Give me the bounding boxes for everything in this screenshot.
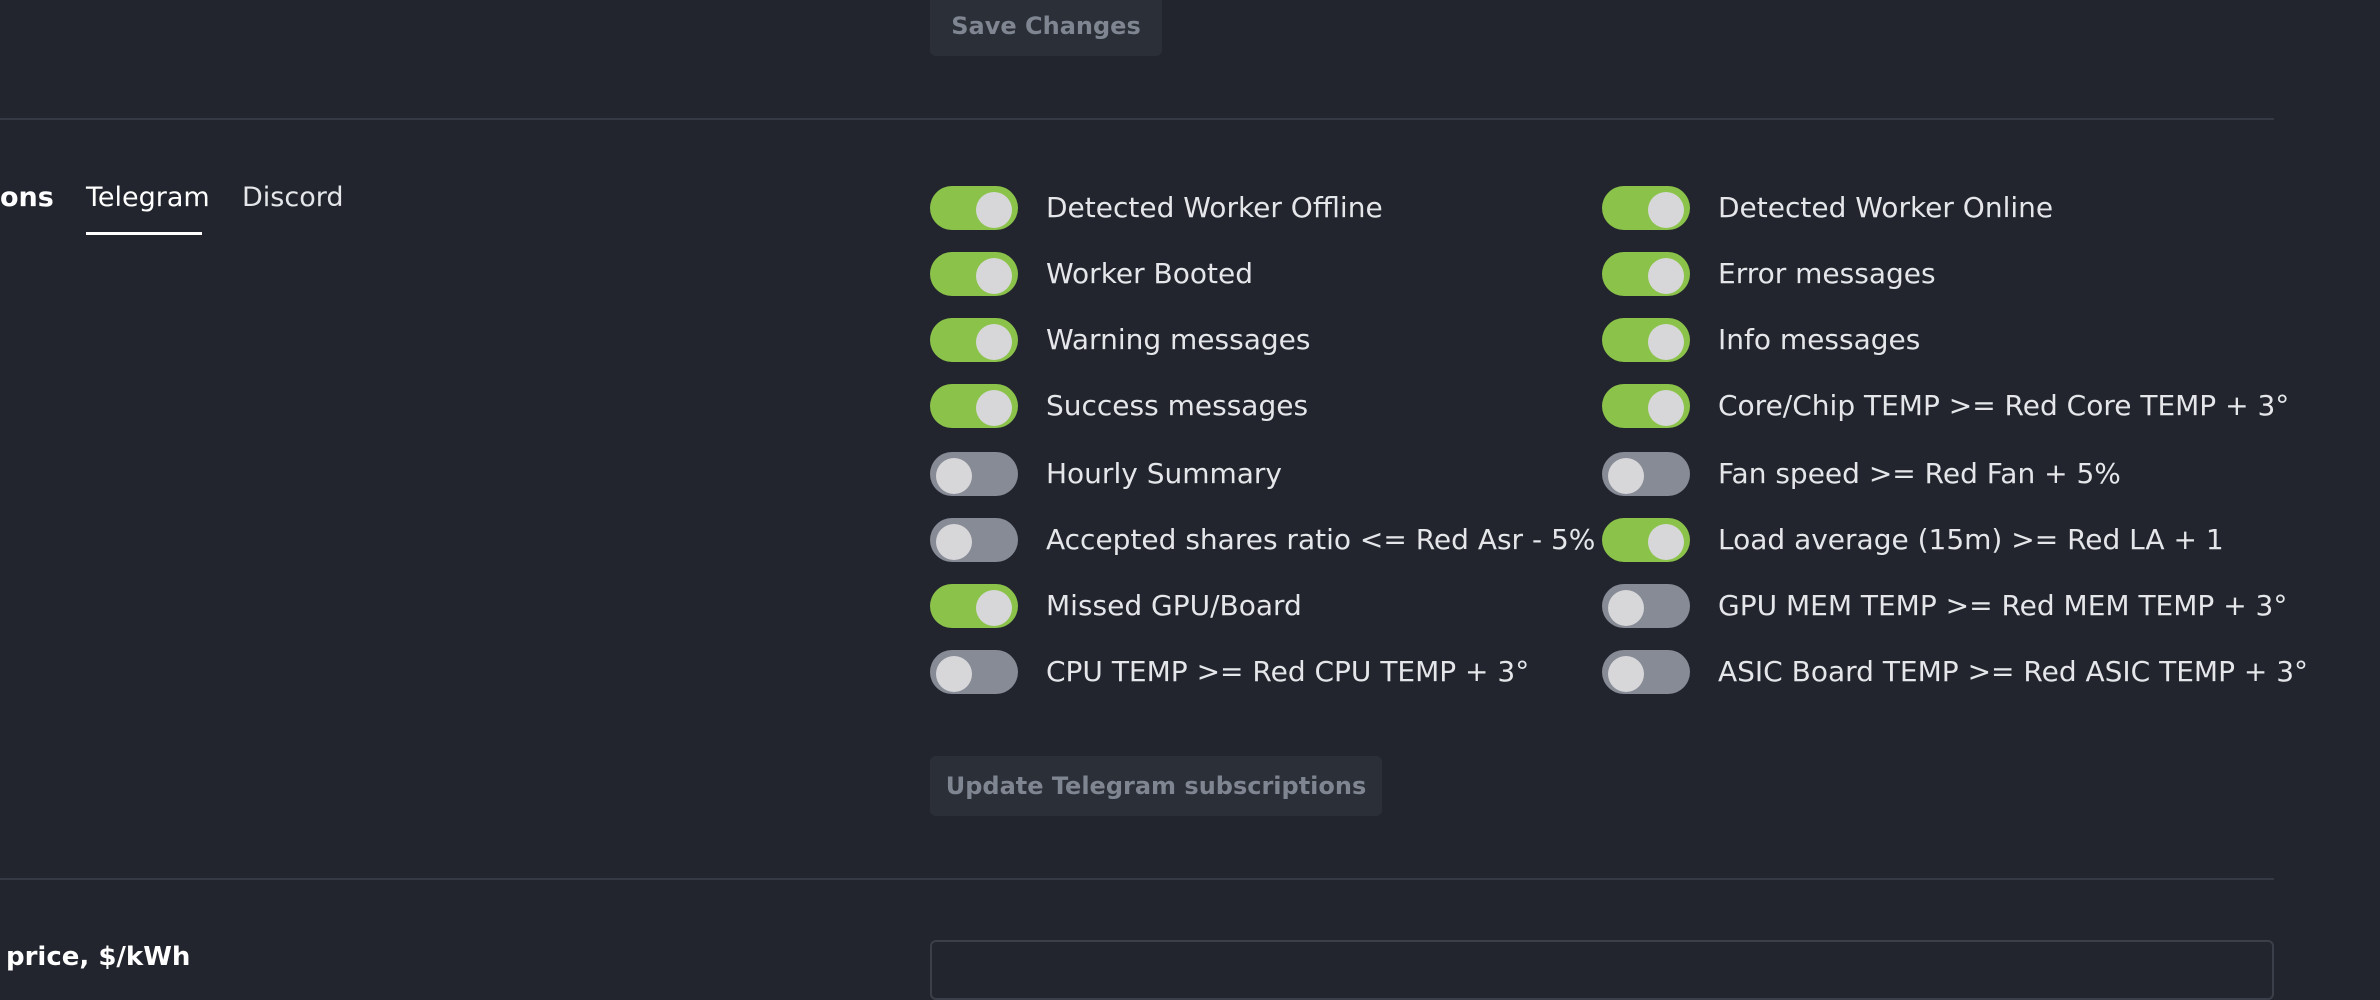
tab-telegram[interactable]: Telegram — [86, 176, 210, 220]
toggle-row: Missed GPU/Board — [930, 583, 1302, 629]
toggle-row: Detected Worker Offline — [930, 185, 1383, 231]
toggle-switch[interactable] — [930, 518, 1018, 562]
toggle-label: Detected Worker Offline — [1046, 191, 1383, 224]
toggle-label: Fan speed >= Red Fan + 5% — [1718, 457, 2121, 490]
toggle-knob — [1608, 458, 1644, 494]
toggle-label: Warning messages — [1046, 323, 1311, 356]
tab-notifications[interactable]: ons — [0, 176, 54, 220]
toggle-switch[interactable] — [930, 584, 1018, 628]
toggle-switch[interactable] — [1602, 384, 1690, 428]
toggle-label: GPU MEM TEMP >= Red MEM TEMP + 3° — [1718, 589, 2288, 622]
top-divider — [0, 118, 2274, 120]
toggle-switch[interactable] — [1602, 650, 1690, 694]
toggle-knob — [1648, 524, 1684, 560]
toggle-switch[interactable] — [930, 252, 1018, 296]
toggle-label: Detected Worker Online — [1718, 191, 2054, 224]
toggle-knob — [976, 390, 1012, 426]
toggle-switch[interactable] — [1602, 186, 1690, 230]
toggle-row: GPU MEM TEMP >= Red MEM TEMP + 3° — [1602, 583, 2287, 629]
toggle-knob — [1608, 590, 1644, 626]
toggle-row: Core/Chip TEMP >= Red Core TEMP + 3° — [1602, 383, 2289, 429]
toggle-knob — [976, 258, 1012, 294]
toggle-label: Error messages — [1718, 257, 1936, 290]
toggle-switch[interactable] — [1602, 318, 1690, 362]
toggle-knob — [976, 192, 1012, 228]
toggle-row: Error messages — [1602, 251, 1936, 297]
toggle-row: CPU TEMP >= Red CPU TEMP + 3° — [930, 649, 1529, 695]
toggle-row: Accepted shares ratio <= Red Asr - 5% — [930, 517, 1595, 563]
toggle-switch[interactable] — [930, 384, 1018, 428]
toggle-label: Info messages — [1718, 323, 1921, 356]
toggle-switch[interactable] — [1602, 452, 1690, 496]
toggle-label: Accepted shares ratio <= Red Asr - 5% — [1046, 523, 1596, 556]
toggle-switch[interactable] — [930, 452, 1018, 496]
toggle-label: Success messages — [1046, 389, 1309, 422]
electricity-price-input[interactable] — [930, 940, 2274, 1000]
toggle-row: Hourly Summary — [930, 451, 1282, 497]
tab-discord[interactable]: Discord — [242, 176, 344, 220]
toggle-label: Load average (15m) >= Red LA + 1 — [1718, 523, 2224, 556]
toggle-row: Info messages — [1602, 317, 1920, 363]
toggle-switch[interactable] — [1602, 252, 1690, 296]
bottom-divider — [0, 878, 2274, 880]
toggle-knob — [1648, 192, 1684, 228]
toggle-knob — [1648, 390, 1684, 426]
toggle-knob — [936, 524, 972, 560]
toggle-switch[interactable] — [930, 186, 1018, 230]
toggle-label: Hourly Summary — [1046, 457, 1283, 490]
toggle-knob — [1608, 656, 1644, 692]
toggle-row: ASIC Board TEMP >= Red ASIC TEMP + 3° — [1602, 649, 2308, 695]
toggle-label: Missed GPU/Board — [1046, 589, 1302, 622]
toggle-row: Success messages — [930, 383, 1308, 429]
electricity-price-label: y price, $/kWh — [0, 942, 191, 972]
active-tab-underline — [86, 232, 202, 235]
update-telegram-subscriptions-button[interactable]: Update Telegram subscriptions — [930, 756, 1382, 816]
toggle-switch[interactable] — [1602, 518, 1690, 562]
toggle-knob — [936, 656, 972, 692]
toggle-row: Load average (15m) >= Red LA + 1 — [1602, 517, 2224, 563]
toggle-switch[interactable] — [1602, 584, 1690, 628]
toggle-row: Warning messages — [930, 317, 1310, 363]
toggle-switch[interactable] — [930, 650, 1018, 694]
toggle-label: CPU TEMP >= Red CPU TEMP + 3° — [1046, 655, 1530, 688]
toggle-row: Fan speed >= Red Fan + 5% — [1602, 451, 2121, 497]
toggle-knob — [936, 458, 972, 494]
notification-tabs: ons Telegram Discord — [0, 176, 600, 236]
toggle-knob — [976, 324, 1012, 360]
toggle-label: ASIC Board TEMP >= Red ASIC TEMP + 3° — [1718, 655, 2309, 688]
toggle-knob — [976, 590, 1012, 626]
toggle-label: Worker Booted — [1046, 257, 1253, 290]
toggle-switch[interactable] — [930, 318, 1018, 362]
toggle-row: Detected Worker Online — [1602, 185, 2053, 231]
toggle-label: Core/Chip TEMP >= Red Core TEMP + 3° — [1718, 389, 2290, 422]
toggle-knob — [1648, 324, 1684, 360]
toggle-knob — [1648, 258, 1684, 294]
save-changes-button[interactable]: Save Changes — [930, 0, 1162, 56]
toggle-row: Worker Booted — [930, 251, 1253, 297]
